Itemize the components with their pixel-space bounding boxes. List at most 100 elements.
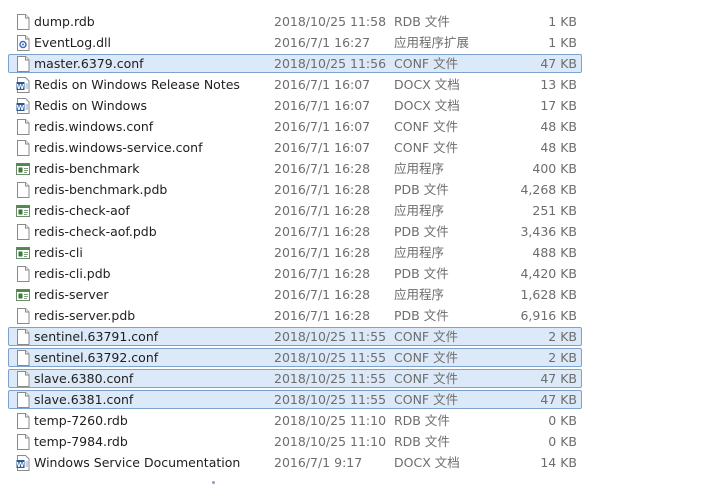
file-size: 2 KB xyxy=(548,350,577,365)
file-modified-date: 2016/7/1 16:07 xyxy=(274,77,371,92)
file-row[interactable]: W Redis on Windows 2016/7/1 16:07 DOCX 文档 17… xyxy=(8,96,582,115)
file-name: slave.6381.conf xyxy=(34,392,134,407)
file-name: temp-7984.rdb xyxy=(34,434,128,449)
file-type: 应用程序 xyxy=(394,161,445,176)
blank-file-icon xyxy=(16,182,30,198)
file-row[interactable]: redis-check-aof 2016/7/1 16:28 应用程序 251 KB xyxy=(8,201,582,220)
file-row[interactable]: redis-server.pdb 2016/7/1 16:28 PDB 文件 6,91… xyxy=(8,306,582,325)
exe-file-icon xyxy=(16,245,30,261)
file-modified-date: 2016/7/1 16:28 xyxy=(274,287,371,302)
file-row[interactable]: slave.6381.conf 2018/10/25 11:55 CONF 文件 47… xyxy=(8,390,582,409)
file-modified-date: 2016/7/1 16:07 xyxy=(274,119,371,134)
file-name: temp-7260.rdb xyxy=(34,413,128,428)
blank-file-icon xyxy=(16,266,30,282)
file-modified-date: 2016/7/1 16:28 xyxy=(274,182,371,197)
docx-file-icon: W xyxy=(16,98,30,114)
file-row[interactable]: W Windows Service Documentation 2016/7/1 9… xyxy=(8,453,582,472)
blank-file-icon xyxy=(16,392,30,408)
blank-file-icon xyxy=(16,434,30,450)
docx-file-icon: W xyxy=(16,455,30,471)
file-size: 13 KB xyxy=(540,77,577,92)
file-type: 应用程序 xyxy=(394,203,445,218)
file-size: 17 KB xyxy=(540,98,577,113)
file-modified-date: 2018/10/25 11:56 xyxy=(274,56,387,71)
file-size: 488 KB xyxy=(532,245,577,260)
file-name: slave.6380.conf xyxy=(34,371,134,386)
file-size: 14 KB xyxy=(540,455,577,470)
file-size: 48 KB xyxy=(540,140,577,155)
file-type: 应用程序 xyxy=(394,245,445,260)
file-row[interactable]: redis-benchmark.pdb 2016/7/1 16:28 PDB 文件 4… xyxy=(8,180,582,199)
scroll-indicator xyxy=(212,481,215,484)
file-row[interactable]: sentinel.63792.conf 2018/10/25 11:55 CONF … xyxy=(8,348,582,367)
file-modified-date: 2018/10/25 11:55 xyxy=(274,392,387,407)
file-modified-date: 2016/7/1 16:28 xyxy=(274,161,371,176)
exe-file-icon xyxy=(16,203,30,219)
file-type: CONF 文件 xyxy=(394,140,459,155)
blank-file-icon xyxy=(16,413,30,429)
file-size: 400 KB xyxy=(532,161,577,176)
file-name: sentinel.63791.conf xyxy=(34,329,159,344)
file-size: 1 KB xyxy=(548,14,577,29)
file-type: CONF 文件 xyxy=(394,329,459,344)
file-row[interactable]: redis-cli.pdb 2016/7/1 16:28 PDB 文件 4,420 K… xyxy=(8,264,582,283)
file-modified-date: 2016/7/1 16:28 xyxy=(274,245,371,260)
file-name: master.6379.conf xyxy=(34,56,144,71)
file-name: redis-server.pdb xyxy=(34,308,136,323)
file-type: CONF 文件 xyxy=(394,350,459,365)
file-row[interactable]: sentinel.63791.conf 2018/10/25 11:55 CONF … xyxy=(8,327,582,346)
file-row[interactable]: EventLog.dll 2016/7/1 16:27 应用程序扩展 1 KB xyxy=(8,33,582,52)
file-name: redis-cli xyxy=(34,245,83,260)
file-type: PDB 文件 xyxy=(394,308,449,323)
file-row[interactable]: dump.rdb 2018/10/25 11:58 RDB 文件 1 KB xyxy=(8,12,582,31)
file-row[interactable]: redis.windows-service.conf 2016/7/1 16:07… xyxy=(8,138,582,157)
file-row[interactable]: slave.6380.conf 2018/10/25 11:55 CONF 文件 47… xyxy=(8,369,582,388)
file-name: Redis on Windows xyxy=(34,98,148,113)
file-size: 48 KB xyxy=(540,119,577,134)
file-type: 应用程序扩展 xyxy=(394,35,470,50)
file-name: EventLog.dll xyxy=(34,35,111,50)
file-type: DOCX 文档 xyxy=(394,455,460,470)
file-size: 2 KB xyxy=(548,329,577,344)
file-size: 3,436 KB xyxy=(520,224,577,239)
svg-text:W: W xyxy=(17,461,25,469)
file-size: 4,420 KB xyxy=(520,266,577,281)
exe-file-icon xyxy=(16,287,30,303)
file-modified-date: 2016/7/1 16:28 xyxy=(274,308,371,323)
dll-file-icon xyxy=(16,35,30,51)
file-list: dump.rdb 2018/10/25 11:58 RDB 文件 1 KB EventL… xyxy=(0,0,702,485)
file-row[interactable]: redis.windows.conf 2016/7/1 16:07 CONF 文件 4… xyxy=(8,117,582,136)
file-type: 应用程序 xyxy=(394,287,445,302)
file-modified-date: 2016/7/1 16:28 xyxy=(274,203,371,218)
file-row[interactable]: master.6379.conf 2018/10/25 11:56 CONF 文件 4… xyxy=(8,54,582,73)
blank-file-icon xyxy=(16,119,30,135)
file-name: redis-check-aof xyxy=(34,203,130,218)
file-type: PDB 文件 xyxy=(394,266,449,281)
file-name: redis-benchmark xyxy=(34,161,140,176)
blank-file-icon xyxy=(16,140,30,156)
file-modified-date: 2018/10/25 11:55 xyxy=(274,350,387,365)
file-row[interactable]: redis-cli 2016/7/1 16:28 应用程序 488 KB xyxy=(8,243,582,262)
file-type: CONF 文件 xyxy=(394,56,459,71)
file-row[interactable]: redis-benchmark 2016/7/1 16:28 应用程序 400 KB xyxy=(8,159,582,178)
file-modified-date: 2018/10/25 11:10 xyxy=(274,413,387,428)
file-type: CONF 文件 xyxy=(394,392,459,407)
file-modified-date: 2018/10/25 11:58 xyxy=(274,14,387,29)
file-type: PDB 文件 xyxy=(394,224,449,239)
file-row[interactable]: temp-7260.rdb 2018/10/25 11:10 RDB 文件 0 KB xyxy=(8,411,582,430)
file-type: CONF 文件 xyxy=(394,371,459,386)
blank-file-icon xyxy=(16,371,30,387)
file-row[interactable]: redis-server 2016/7/1 16:28 应用程序 1,628 KB xyxy=(8,285,582,304)
file-type: RDB 文件 xyxy=(394,413,450,428)
file-row[interactable]: redis-check-aof.pdb 2016/7/1 16:28 PDB 文件 3… xyxy=(8,222,582,241)
svg-text:W: W xyxy=(17,104,25,112)
file-modified-date: 2016/7/1 16:07 xyxy=(274,98,371,113)
file-size: 0 KB xyxy=(548,413,577,428)
file-name: redis.windows-service.conf xyxy=(34,140,203,155)
blank-file-icon xyxy=(16,224,30,240)
file-row[interactable]: W Redis on Windows Release Notes 2016/7/1 … xyxy=(8,75,582,94)
file-row[interactable]: temp-7984.rdb 2018/10/25 11:10 RDB 文件 0 KB xyxy=(8,432,582,451)
docx-file-icon: W xyxy=(16,77,30,93)
file-modified-date: 2016/7/1 16:27 xyxy=(274,35,371,50)
file-modified-date: 2018/10/25 11:55 xyxy=(274,371,387,386)
